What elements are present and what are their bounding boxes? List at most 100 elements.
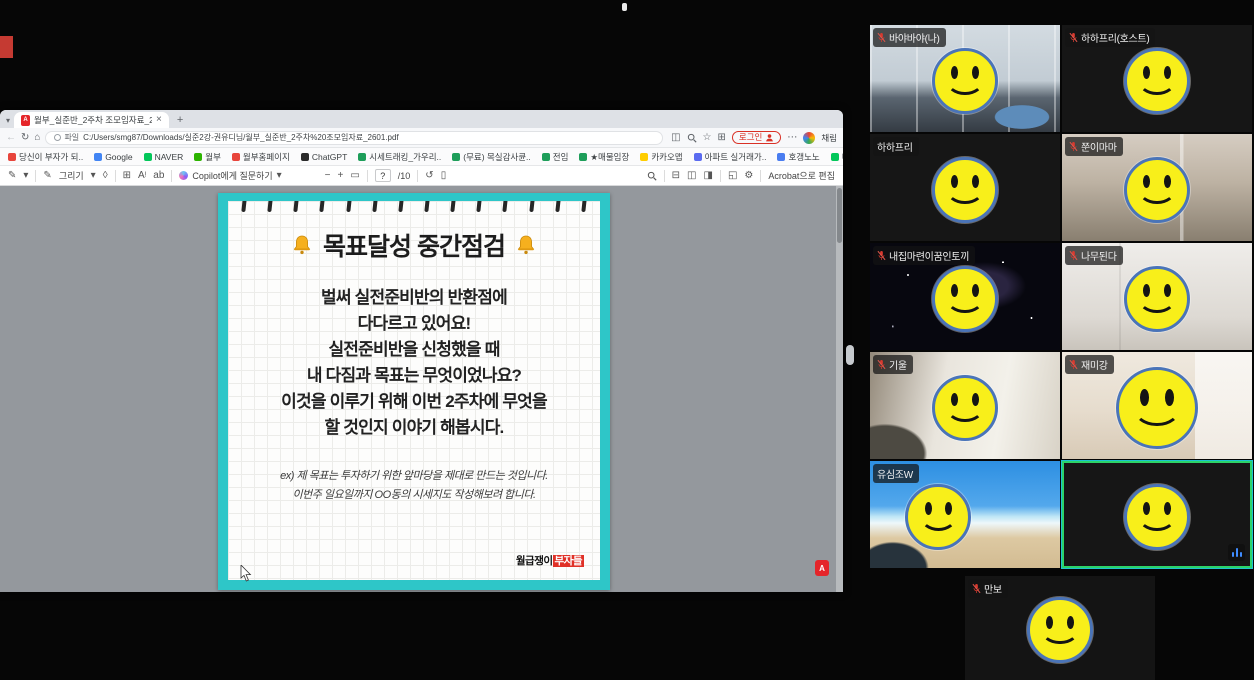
browser-window: ▾ A 월부_실준반_2주차 조모임자료_2.. × + ← ↻ ⌂ 파일 C:… xyxy=(0,110,843,592)
highlighter-icon[interactable]: ✎ xyxy=(8,171,16,181)
muted-mic-icon xyxy=(877,359,886,370)
chevron-down-icon[interactable]: ▾ xyxy=(91,171,96,181)
text-select-icon[interactable]: ab xyxy=(153,171,164,181)
bookmark-item[interactable]: 아파트 실거래가.. xyxy=(694,151,767,163)
participant-name-tag: 만보 xyxy=(968,579,1008,598)
fullscreen-icon[interactable]: ◱ xyxy=(728,171,737,181)
bookmark-item[interactable]: ChatGPT xyxy=(301,152,347,162)
bookmark-favicon xyxy=(694,153,702,161)
zoom-icon[interactable] xyxy=(687,133,697,143)
participant-tile[interactable]: 하하프리 xyxy=(870,134,1060,241)
page-number-input[interactable]: ? xyxy=(375,169,391,182)
audio-level-icon xyxy=(1228,544,1245,561)
smiley-face-overlay xyxy=(932,375,998,441)
sheet-icon xyxy=(542,153,550,161)
participant-name-tag: 쭌이마마 xyxy=(1065,137,1123,156)
smiley-face-overlay xyxy=(932,266,998,332)
profile-avatar[interactable] xyxy=(803,132,815,144)
copilot-button[interactable]: Copilot에게 질문하기 ▾ xyxy=(179,169,281,182)
browser-tab[interactable]: A 월부_실준반_2주차 조모임자료_2.. × xyxy=(14,112,169,128)
document-title-row: 목표달성 중간점검 xyxy=(228,227,600,263)
binder-rings xyxy=(242,201,586,212)
pdf-favicon-icon: A xyxy=(21,115,30,126)
split-screen-icon[interactable]: ◫ xyxy=(671,133,680,143)
eraser-icon[interactable]: ◊ xyxy=(103,171,108,181)
participant-name: 하하프리 xyxy=(877,139,913,154)
bookmark-item[interactable]: (무료) 목실감사큔.. xyxy=(452,151,531,163)
fit-to-width-icon[interactable]: ▭ xyxy=(350,171,359,181)
participant-name: 재미강 xyxy=(1081,357,1108,372)
participant-tile[interactable]: 바야바야(나) xyxy=(870,25,1060,132)
participant-name: 바야바야(나) xyxy=(889,30,940,45)
tab-search-chevron-icon[interactable]: ▾ xyxy=(4,116,14,128)
favorites-star-icon[interactable]: ☆ xyxy=(703,133,712,143)
bookmark-item[interactable]: 월부 xyxy=(194,151,221,163)
rotate-icon[interactable]: ↺ xyxy=(425,171,433,181)
page-view-icon[interactable]: ▯ xyxy=(441,171,447,181)
page-info-icon[interactable] xyxy=(54,134,61,141)
print-icon[interactable]: ⊟ xyxy=(672,171,680,181)
participant-name-tag: 나무된다 xyxy=(1065,246,1123,265)
save-as-icon[interactable]: ◨ xyxy=(703,171,712,181)
vertical-scrollbar[interactable] xyxy=(836,186,843,592)
participant-tile[interactable]: 쭌이마마 xyxy=(1062,134,1252,241)
divider xyxy=(760,170,761,182)
smiley-face-overlay xyxy=(932,48,998,114)
bookmark-item[interactable]: 당신이 부자가 되.. xyxy=(8,151,83,163)
bookmark-item[interactable]: ★매물임장 xyxy=(579,151,629,163)
cursor-dot xyxy=(622,3,627,11)
participant-tile[interactable]: 만보 xyxy=(965,576,1155,680)
smiley-face-overlay xyxy=(905,484,971,550)
acrobat-edit-button[interactable]: Acrobat으로 편집 xyxy=(768,169,835,182)
bookmark-item[interactable]: 시세트래킹_가우리.. xyxy=(358,151,441,163)
more-menu-icon[interactable]: ⋯ xyxy=(787,133,797,143)
draw-label[interactable]: 그리기 xyxy=(59,169,84,182)
bookmark-item[interactable]: 네이버 부동산 xyxy=(831,151,843,163)
muted-mic-icon xyxy=(972,583,981,594)
participant-tile[interactable]: 나무된다 xyxy=(1062,243,1252,350)
login-button[interactable]: 로그인 xyxy=(732,131,781,144)
participant-tile[interactable]: 하하프리(호스트) xyxy=(1062,25,1252,132)
chevron-down-icon[interactable]: ▾ xyxy=(23,171,28,181)
url-field[interactable]: 파일 C:/Users/smg87/Downloads/실준2강-권유디님/월부… xyxy=(45,131,663,145)
read-aloud-icon[interactable]: Aᵎ xyxy=(138,171,146,181)
bookmark-item[interactable]: 월부홈페이지 xyxy=(232,151,290,163)
participant-name-tag: 재미강 xyxy=(1065,355,1114,374)
smiley-face-overlay xyxy=(1124,48,1190,114)
participant-name: 하하프리(호스트) xyxy=(1081,30,1149,45)
home-icon[interactable]: ⌂ xyxy=(34,133,40,143)
two-page-view-icon[interactable]: ⊞ xyxy=(123,171,131,181)
notebook-page: 목표달성 중간점검 벌써 실전준비반의 반환점에 다다르고 있어요! 실전준비반… xyxy=(228,201,600,580)
bookmark-item[interactable]: 카카오맵 xyxy=(640,151,682,163)
file-scheme-chip: 파일 xyxy=(54,132,79,143)
active-speaker-tile[interactable] xyxy=(1062,461,1252,568)
bookmark-item[interactable]: 전임 xyxy=(542,151,569,163)
settings-gear-icon[interactable]: ⚙ xyxy=(744,171,753,181)
scrollbar-thumb[interactable] xyxy=(837,188,842,243)
zoom-in-button[interactable]: + xyxy=(337,171,343,181)
hogangnono-icon[interactable]: 호갱노노 xyxy=(777,151,819,163)
participant-tile[interactable]: 재미강 xyxy=(1062,352,1252,459)
participant-tile[interactable]: 기울 xyxy=(870,352,1060,459)
save-icon[interactable]: ◫ xyxy=(687,171,696,181)
muted-mic-icon xyxy=(877,250,886,261)
person-icon xyxy=(765,133,774,142)
participant-tile[interactable]: 유심조W xyxy=(870,461,1060,568)
acrobat-badge-icon[interactable]: A xyxy=(815,560,829,576)
window-snap-divider[interactable] xyxy=(846,345,854,365)
search-icon[interactable] xyxy=(647,171,657,181)
divider xyxy=(35,170,36,182)
collections-icon[interactable]: ⊞ xyxy=(718,133,726,143)
weolbu-icon xyxy=(194,153,202,161)
draw-pen-icon[interactable]: ✎ xyxy=(43,171,51,181)
bookmark-item[interactable]: Google xyxy=(94,152,132,162)
zoom-out-button[interactable]: − xyxy=(325,171,331,181)
pdf-content-area[interactable]: 목표달성 중간점검 벌써 실전준비반의 반환점에 다다르고 있어요! 실전준비반… xyxy=(0,186,843,592)
muted-mic-icon xyxy=(1069,32,1078,43)
participant-tile[interactable]: 내집마련이꿈인토끼 xyxy=(870,243,1060,350)
tab-close-icon[interactable]: × xyxy=(156,115,162,125)
back-icon[interactable]: ← xyxy=(6,133,16,143)
new-tab-button[interactable]: + xyxy=(169,114,191,128)
reload-icon[interactable]: ↻ xyxy=(21,133,29,143)
bookmark-item[interactable]: NAVER xyxy=(144,152,184,162)
